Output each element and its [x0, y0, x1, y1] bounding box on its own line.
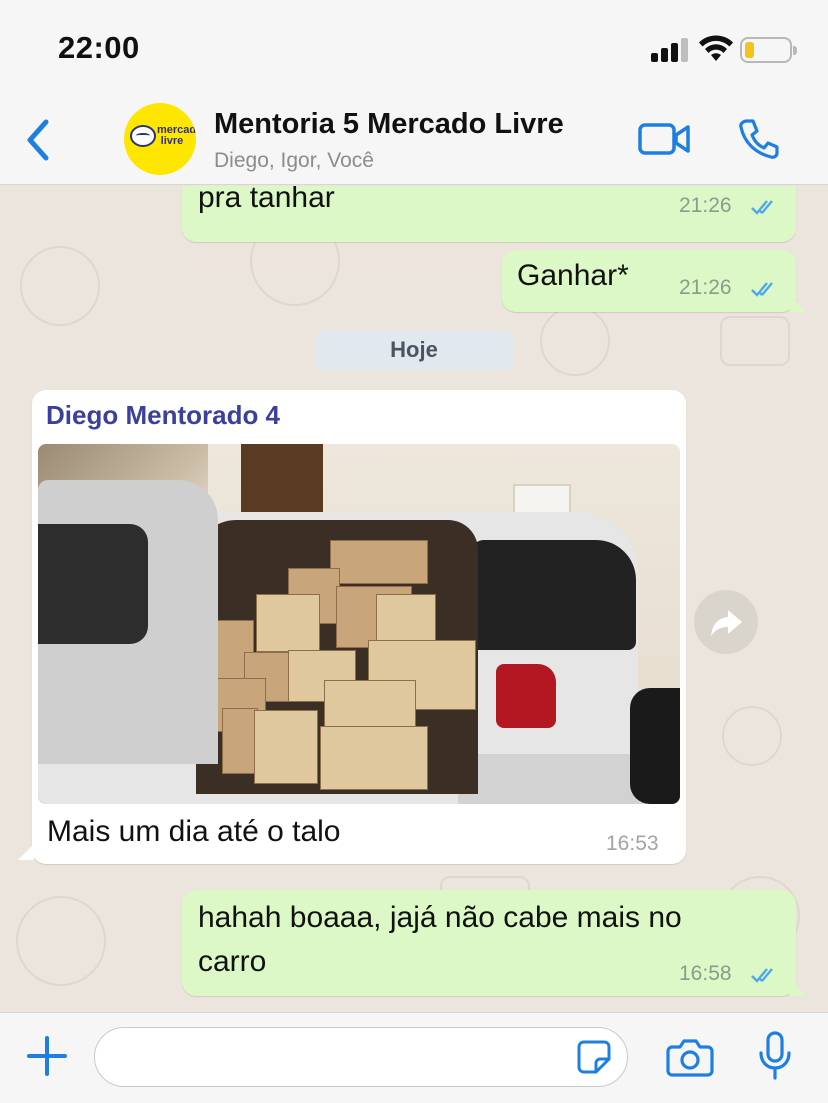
camera-icon[interactable]	[666, 1037, 714, 1077]
avatar-logo-text: mercado livre	[157, 124, 196, 147]
cellular-signal-icon	[651, 38, 691, 62]
message-photo[interactable]	[38, 444, 680, 804]
wallpaper-doodle	[540, 306, 610, 376]
message-bubble-outgoing[interactable]: hahah boaaa, jajá não cabe mais no carro…	[182, 890, 806, 996]
message-text: pra tanhar	[198, 186, 335, 214]
read-receipt-icon	[751, 282, 773, 297]
read-receipt-icon	[751, 200, 773, 215]
message-bubble-incoming[interactable]: Diego Mentorado 4 Mais um dia até o talo…	[18, 390, 686, 864]
message-bubble-outgoing[interactable]: Ganhar* 21:26	[502, 250, 806, 312]
wallpaper-doodle	[720, 316, 790, 366]
group-members[interactable]: Diego, Igor, Você	[214, 149, 374, 173]
sender-name[interactable]: Diego Mentorado 4	[46, 400, 280, 431]
back-chevron-icon[interactable]	[22, 118, 54, 162]
group-title[interactable]: Mentoria 5 Mercado Livre	[214, 108, 564, 141]
message-input[interactable]	[94, 1027, 628, 1087]
message-text: hahah boaaa, jajá não cabe mais no carro	[198, 901, 682, 978]
status-bar: 22:00	[0, 0, 828, 96]
sticker-icon[interactable]	[576, 1039, 612, 1075]
battery-icon	[740, 37, 797, 63]
read-receipt-icon	[751, 968, 773, 983]
composer-bar	[0, 1012, 828, 1103]
wallpaper-doodle	[722, 706, 782, 766]
message-time: 16:53	[606, 832, 659, 855]
phone-call-icon[interactable]	[738, 118, 780, 160]
status-time: 22:00	[58, 30, 140, 65]
wallpaper-doodle	[20, 246, 100, 326]
message-caption: Mais um dia até o talo	[47, 815, 341, 848]
message-text: Ganhar*	[517, 259, 629, 292]
forward-button[interactable]	[694, 590, 758, 654]
message-time: 21:26	[679, 194, 732, 217]
message-time: 21:26	[679, 276, 732, 299]
group-avatar[interactable]: mercado livre	[124, 103, 196, 175]
wallpaper-doodle	[16, 896, 106, 986]
forward-arrow-icon	[711, 610, 742, 636]
message-bubble-outgoing[interactable]: pra tanhar 21:26	[182, 186, 796, 242]
chat-area[interactable]: pra tanhar 21:26 Ganhar* 21:26 Hoje Dieg…	[0, 186, 828, 1012]
chat-header: mercado livre Mentoria 5 Mercado Livre D…	[0, 96, 828, 185]
microphone-icon[interactable]	[758, 1031, 792, 1081]
video-call-icon[interactable]	[638, 122, 690, 156]
day-separator: Hoje	[315, 330, 513, 370]
wifi-icon	[699, 35, 733, 61]
plus-icon[interactable]	[26, 1035, 68, 1077]
message-time: 16:58	[679, 962, 732, 985]
